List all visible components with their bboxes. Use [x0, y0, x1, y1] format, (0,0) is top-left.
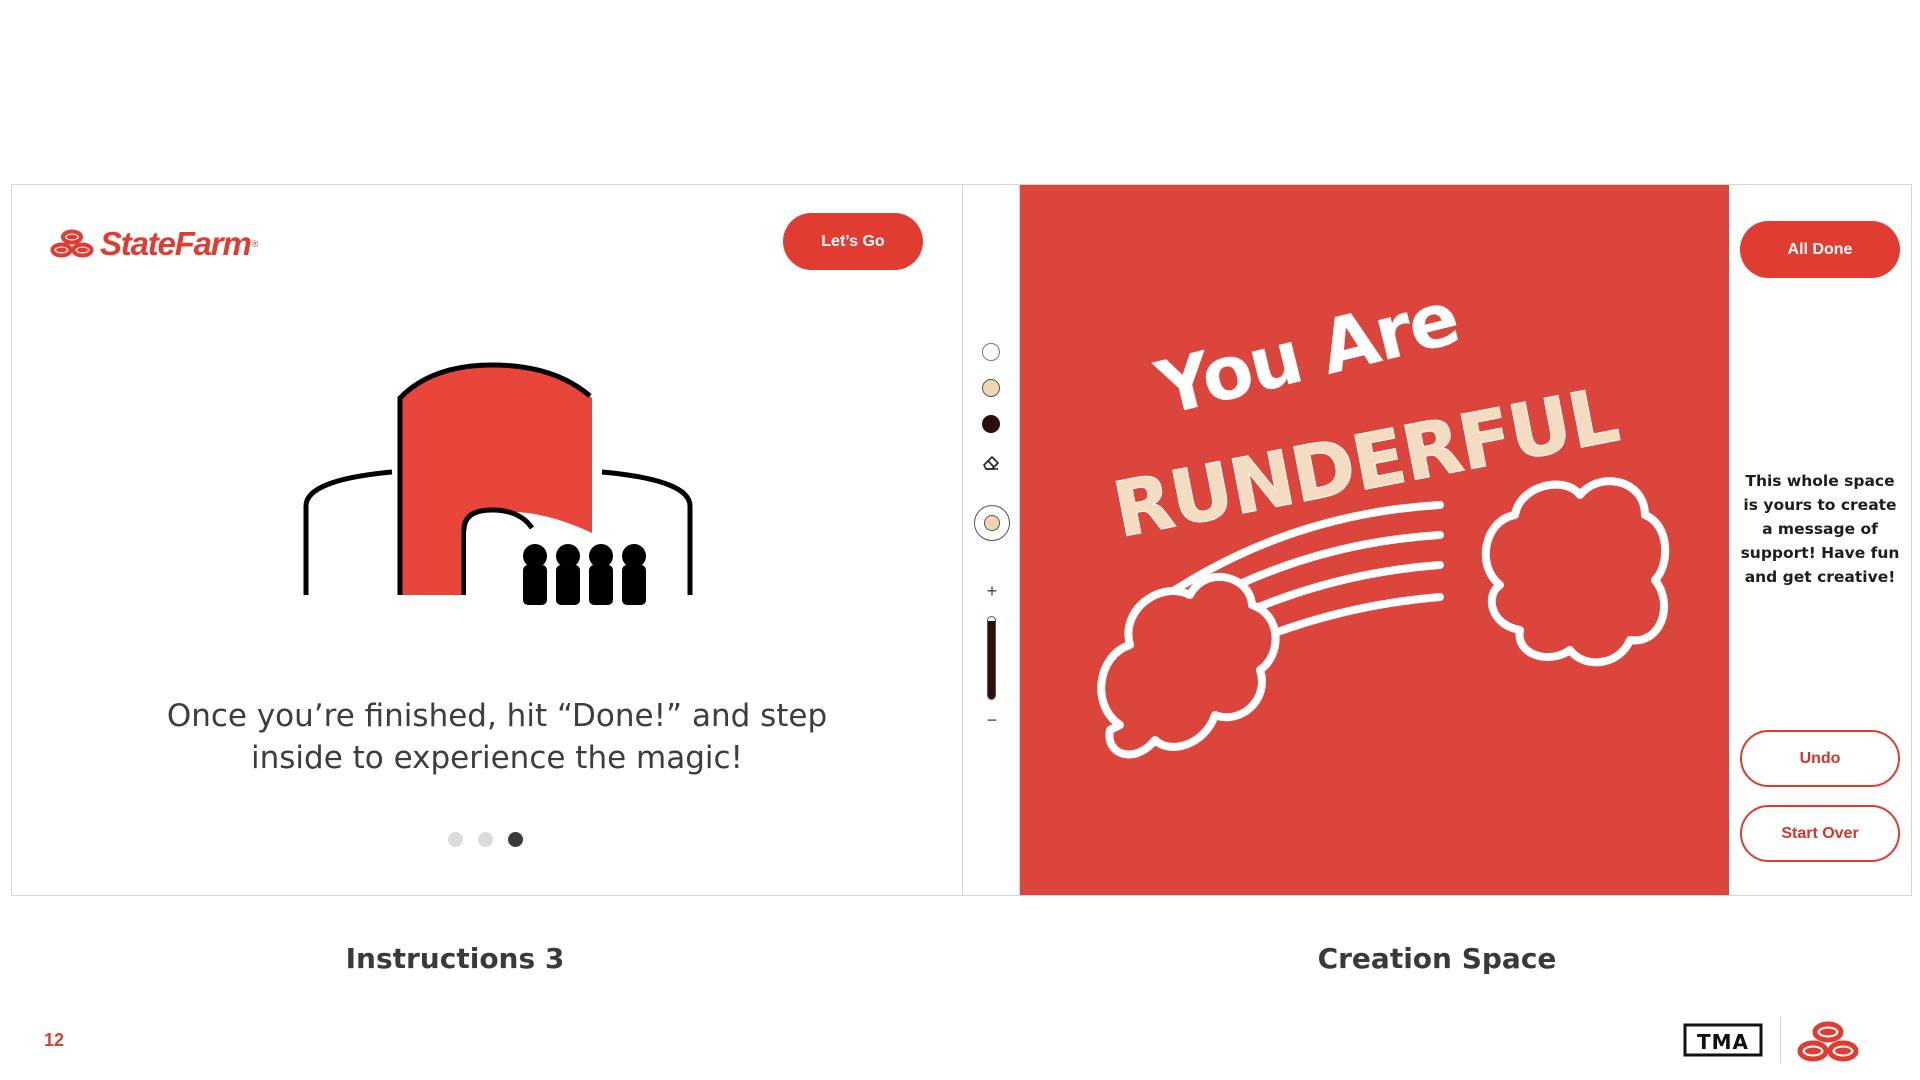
eraser-icon[interactable] [981, 452, 1001, 472]
state-farm-ovals-icon [1797, 1021, 1859, 1062]
sidebar-message: This whole space is yours to create a me… [1740, 472, 1900, 586]
lets-go-button[interactable]: Let’s Go [783, 213, 923, 270]
all-done-button[interactable]: All Done [1740, 221, 1900, 278]
page-dot-1[interactable] [448, 832, 463, 847]
page-number: 12 [44, 1030, 65, 1050]
caption-creation-space: Creation Space [1317, 942, 1557, 975]
instruction-text: Once you’re finished, hit “Done!” and st… [72, 695, 922, 779]
footer-divider [1780, 1017, 1781, 1063]
creation-sidebar: All Done This whole space is yours to cr… [1729, 185, 1911, 895]
state-farm-wordmark: StateFarm [100, 225, 252, 262]
brush-size-increase-button[interactable]: + [983, 581, 1001, 602]
state-farm-logo: StateFarm ® [50, 225, 258, 263]
creation-space-screen: + − You Are RUNDERFUL All Done This whol… [962, 184, 1912, 896]
tma-agency-logo: TMA [1683, 1023, 1763, 1057]
start-over-button[interactable]: Start Over [1740, 805, 1900, 862]
instruction-line-1: Once you’re finished, hit “Done!” and st… [166, 698, 828, 734]
canvas-artwork: You Are RUNDERFUL [1097, 275, 1670, 759]
color-swatch-white[interactable] [982, 343, 1000, 361]
brush-preview [974, 505, 1010, 541]
drawing-toolbar: + − [963, 185, 1020, 895]
state-farm-ovals-icon [50, 229, 94, 258]
color-swatch-dark-brown[interactable] [982, 415, 1000, 433]
page-indicator [448, 832, 523, 847]
people-silhouettes [523, 544, 646, 605]
cloud-left-drawing [1097, 573, 1280, 759]
drawing-canvas[interactable]: You Are RUNDERFUL [1020, 185, 1729, 895]
color-swatch-cream[interactable] [982, 379, 1000, 397]
brush-size-decrease-button[interactable]: − [983, 710, 1001, 731]
instruction-line-2: inside to experience the magic! [251, 740, 743, 776]
undo-button[interactable]: Undo [1740, 730, 1900, 787]
instructions-screen: StateFarm ® Let’s Go Once you’re finished… [11, 184, 963, 896]
brush-size-fill [988, 621, 995, 699]
page-dot-3[interactable] [508, 832, 523, 847]
cloud-right-drawing [1481, 477, 1670, 667]
page-dot-2[interactable] [478, 832, 493, 847]
registered-mark: ® [251, 239, 259, 249]
tma-logo-text: TMA [1697, 1030, 1749, 1054]
brush-size-slider[interactable] [987, 616, 996, 700]
arena-building-illustration [303, 362, 693, 605]
caption-instructions: Instructions 3 [345, 942, 565, 975]
